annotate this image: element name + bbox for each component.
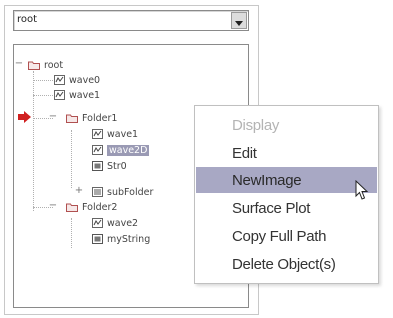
collapse-icon[interactable]: −: [48, 200, 58, 211]
triangle-down-icon: [235, 11, 243, 30]
wave-icon: [54, 75, 65, 85]
menu-item-edit[interactable]: Edit: [196, 140, 377, 166]
dropdown-button[interactable]: [231, 12, 247, 29]
string-icon: [92, 234, 103, 244]
tree-node-root[interactable]: root: [28, 58, 63, 72]
tree-node-subfolder[interactable]: subFolder: [92, 185, 153, 199]
tree-node-wave2[interactable]: wave2: [92, 216, 138, 230]
context-menu: Display Edit NewImage Surface Plot Copy …: [194, 105, 379, 284]
wave-icon: [92, 218, 103, 228]
tree-node-label: wave1: [107, 128, 139, 140]
path-select[interactable]: root: [13, 10, 249, 31]
tree-node-label: wave2: [107, 217, 139, 229]
collapse-icon[interactable]: −: [14, 58, 24, 69]
current-folder-arrow-icon: [18, 108, 32, 127]
tree-node-wave0[interactable]: wave0: [54, 73, 100, 87]
string-icon: [92, 161, 103, 171]
tree-node-label: wave1: [69, 89, 101, 101]
tree-node-label: root: [44, 59, 64, 71]
wave-icon: [92, 145, 103, 155]
tree-node-wave1[interactable]: wave1: [92, 127, 138, 141]
tree-line: [71, 130, 72, 188]
path-select-value: root: [17, 14, 38, 25]
tree-line: [33, 95, 53, 96]
folder-icon: [66, 202, 78, 212]
tree-node-mystring[interactable]: myString: [92, 232, 150, 246]
tree-node-label: wave0: [69, 74, 101, 86]
collapse-icon[interactable]: −: [48, 111, 58, 122]
menu-item-display: Display: [232, 116, 280, 134]
mouse-pointer-icon: [355, 179, 369, 205]
tree-node-folder2[interactable]: Folder2: [66, 200, 117, 214]
folder-icon: [66, 113, 78, 123]
expand-icon[interactable]: +: [74, 185, 84, 196]
tree-node-label: subFolder: [107, 186, 154, 198]
tree-node-folder1[interactable]: Folder1: [66, 111, 117, 125]
tree-node-str0[interactable]: Str0: [92, 159, 127, 173]
tree-node-label: Str0: [107, 160, 127, 172]
menu-item-new-image[interactable]: NewImage: [196, 167, 377, 193]
menu-item-delete-objects[interactable]: Delete Object(s): [196, 251, 377, 277]
folder-icon: [28, 60, 40, 70]
tree-node-label: myString: [107, 233, 151, 245]
tree-node-wave2d[interactable]: wave2D: [92, 143, 150, 157]
tree-node-label: wave2D: [107, 144, 150, 156]
tree-line: [71, 218, 72, 248]
tree-node-label: Folder2: [82, 201, 118, 213]
tree-line: [33, 71, 34, 211]
menu-item-copy-full-path[interactable]: Copy Full Path: [196, 223, 377, 249]
tree-node-label: Folder1: [82, 112, 118, 124]
wave-icon: [54, 90, 65, 100]
tree-node-wave1[interactable]: wave1: [54, 88, 100, 102]
menu-item-surface-plot[interactable]: Surface Plot: [196, 195, 377, 221]
wave-icon: [92, 129, 103, 139]
tree-line: [33, 80, 53, 81]
data-icon: [92, 187, 103, 197]
